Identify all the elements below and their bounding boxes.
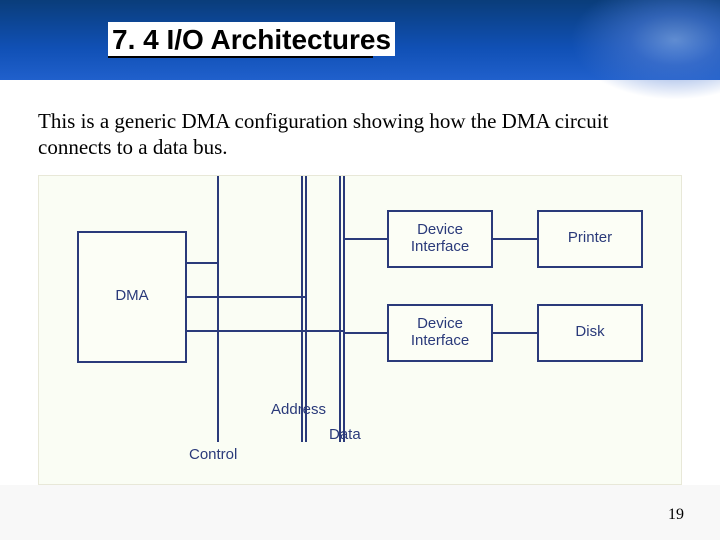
printer-label: Printer xyxy=(568,230,612,247)
header-decoration xyxy=(570,0,720,100)
disk-label: Disk xyxy=(575,324,604,341)
data-bus-label: Data xyxy=(329,426,361,443)
conn-dev1-bus xyxy=(345,238,387,240)
dma-box: DMA xyxy=(77,231,187,363)
conn-dma-control xyxy=(187,262,219,264)
conn-dma-data xyxy=(187,330,343,332)
address-bus-label: Address xyxy=(271,401,326,418)
slide-content: This is a generic DMA configuration show… xyxy=(0,80,720,485)
device-interface-box-2: Device Interface xyxy=(387,304,493,362)
slide-title: 7. 4 I/O Architectures xyxy=(108,22,395,56)
intro-paragraph: This is a generic DMA configuration show… xyxy=(38,108,682,161)
conn-dev2-bus xyxy=(345,332,387,334)
title-underline xyxy=(108,56,373,58)
disk-box: Disk xyxy=(537,304,643,362)
slide-header: 7. 4 I/O Architectures xyxy=(0,0,720,80)
page-number: 19 xyxy=(668,506,684,524)
printer-box: Printer xyxy=(537,210,643,268)
device-interface-label-2: Device Interface xyxy=(411,316,469,349)
dma-diagram: DMA Device Interface Device Interface Pr… xyxy=(38,175,682,485)
device-interface-label-1: Device Interface xyxy=(411,222,469,255)
conn-dev-printer xyxy=(493,238,537,240)
device-interface-box-1: Device Interface xyxy=(387,210,493,268)
control-bus-label: Control xyxy=(189,446,237,463)
control-bus-line xyxy=(217,176,219,442)
conn-dma-address xyxy=(187,296,305,298)
dma-label: DMA xyxy=(115,288,148,305)
conn-dev-disk xyxy=(493,332,537,334)
